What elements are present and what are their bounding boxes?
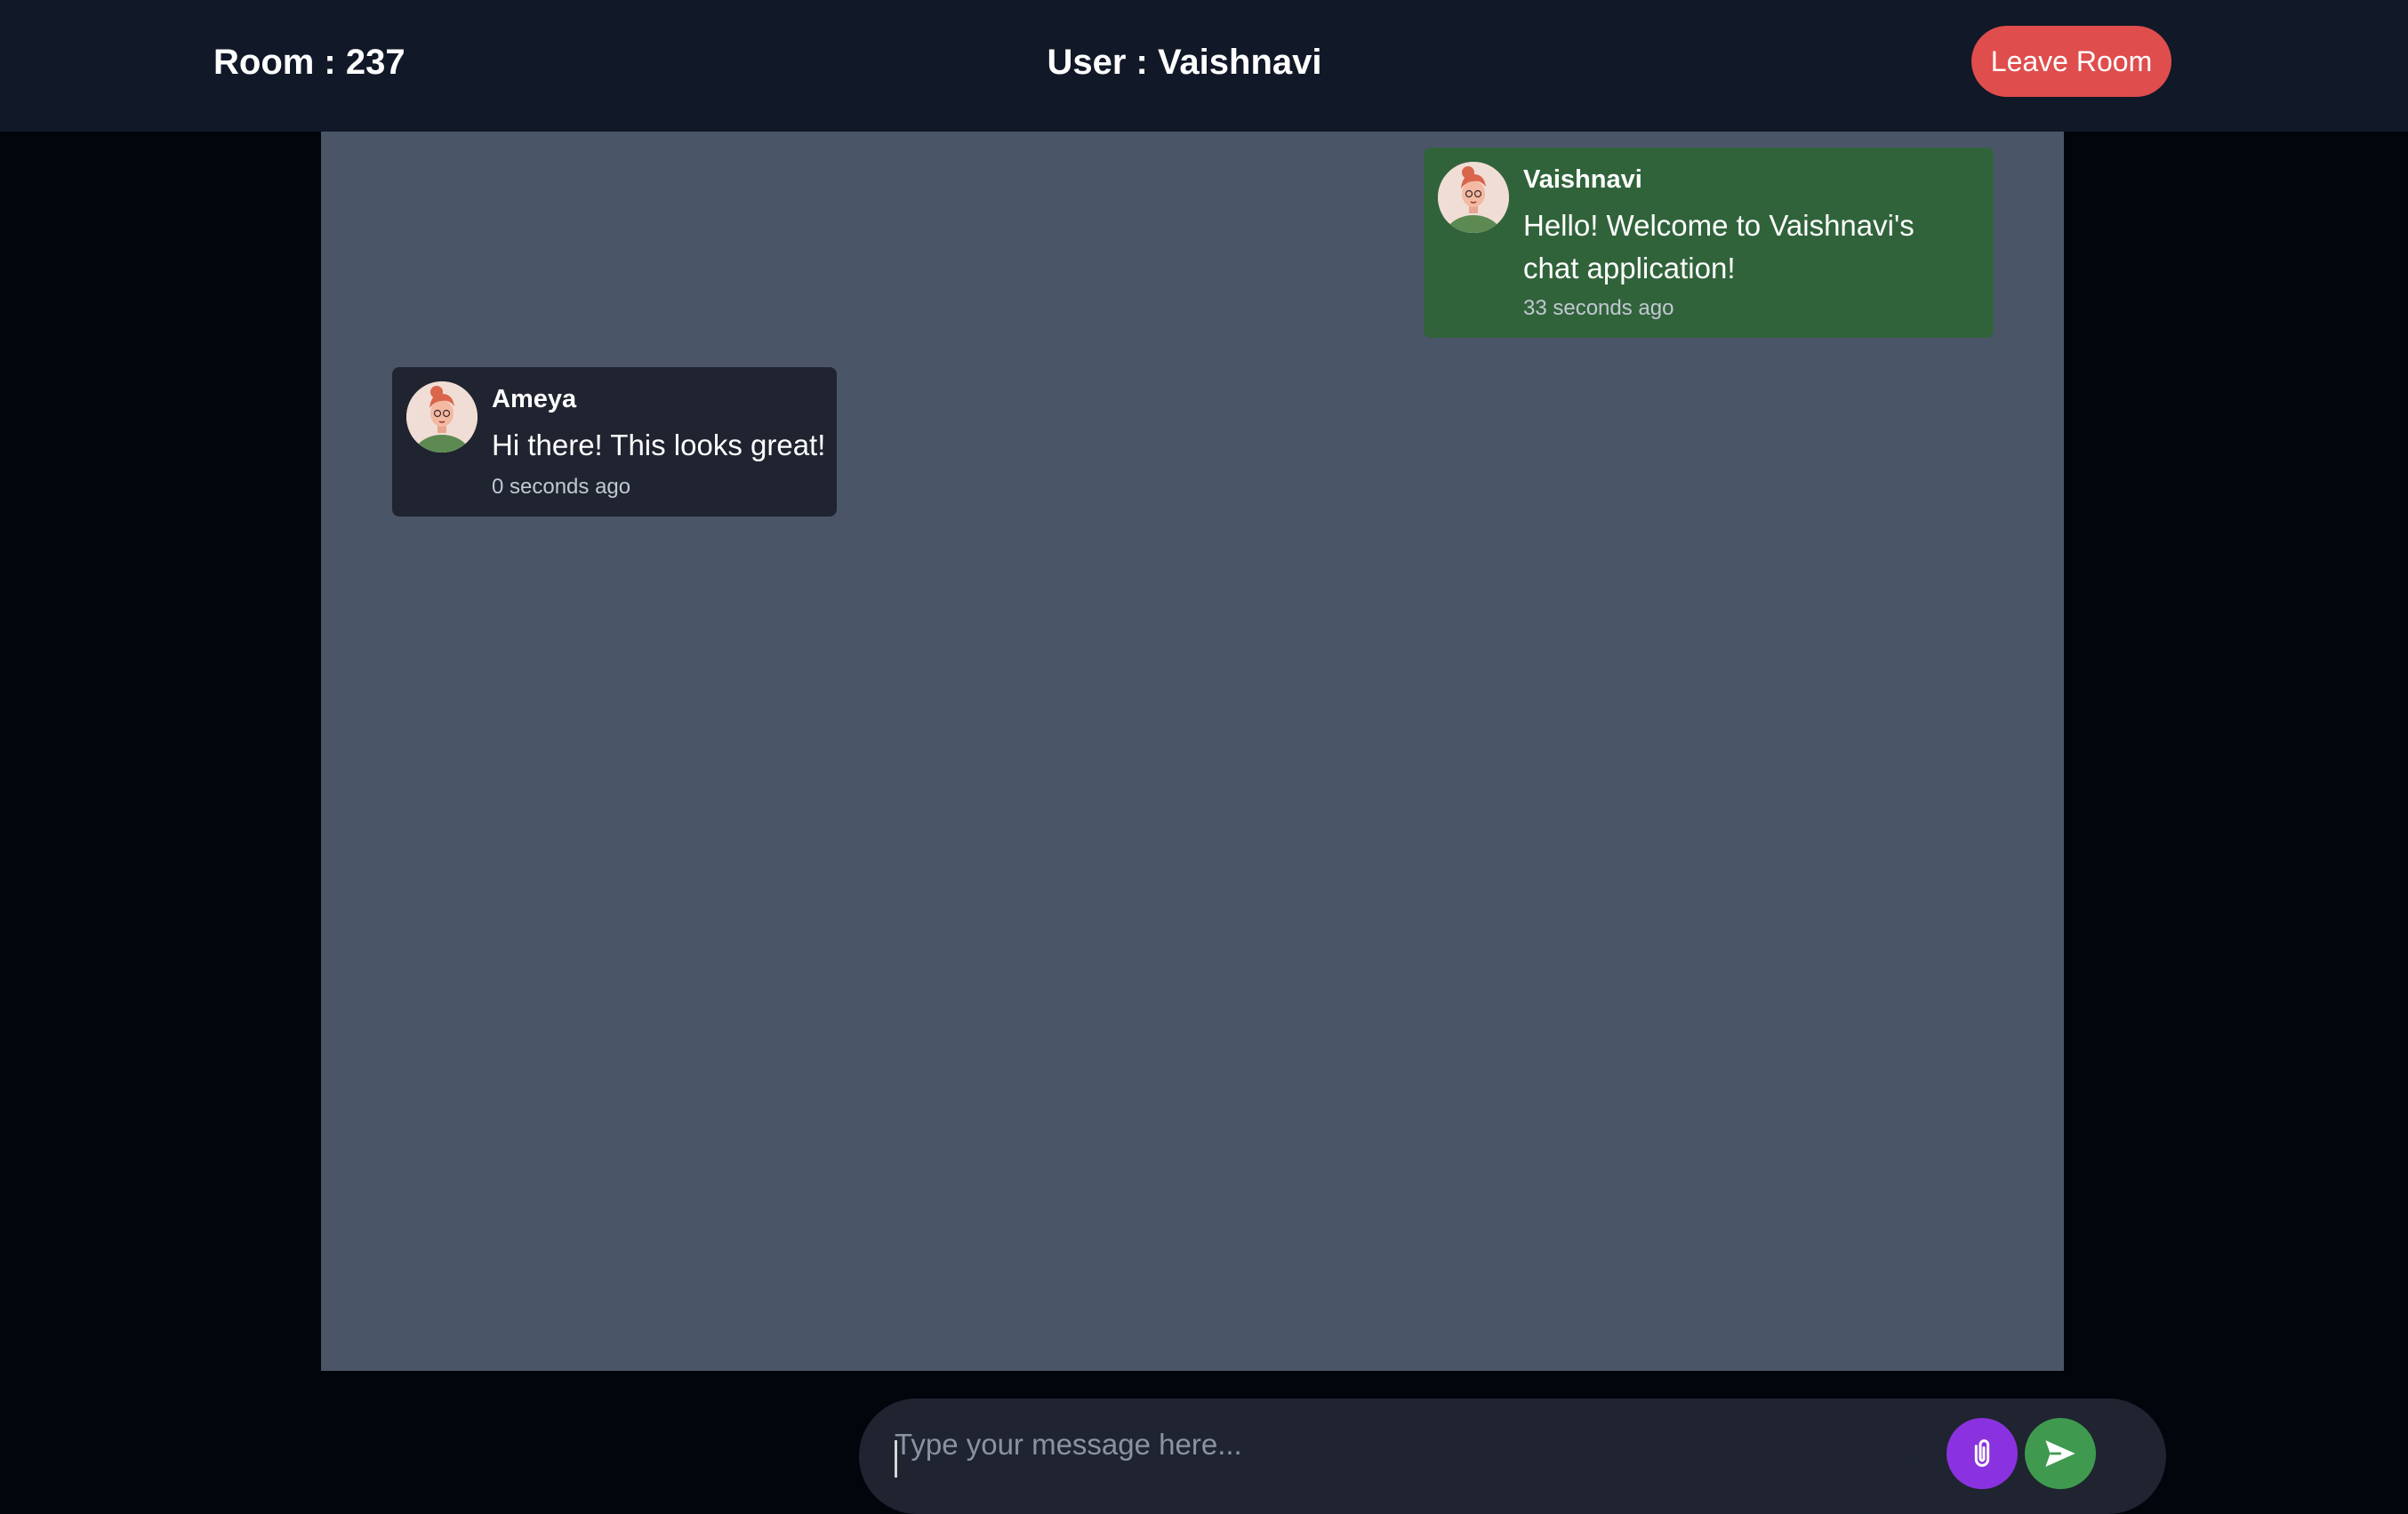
top-bar: Room : 237 User : Vaishnavi Leave Room (0, 0, 2408, 132)
message-sender: Ameya (492, 385, 577, 413)
message-text: Hi there! This looks great! (492, 429, 826, 461)
message-composer (859, 1398, 2166, 1514)
message-input[interactable] (859, 1398, 1917, 1514)
avatar-icon (1438, 162, 1509, 233)
paperclip-icon (1974, 1439, 1990, 1467)
send-icon (2045, 1440, 2075, 1467)
message-bubble-other: Ameya Hi there! This looks great! 0 seco… (392, 367, 837, 517)
attach-button[interactable] (1946, 1418, 2018, 1489)
text-cursor (895, 1440, 897, 1478)
avatar (1438, 162, 1509, 233)
avatar (406, 381, 478, 453)
message-bubble-own: Vaishnavi Hello! Welcome to Vaishnavi's … (1424, 148, 1994, 338)
leave-room-button[interactable]: Leave Room (1971, 26, 2171, 97)
message-text: Hello! Welcome to Vaishnavi's chat appli… (1523, 209, 1914, 284)
avatar-icon (406, 381, 478, 453)
chat-messages-area[interactable]: Vaishnavi Hello! Welcome to Vaishnavi's … (321, 132, 2166, 1514)
message-sender: Vaishnavi (1523, 165, 1642, 194)
message-timestamp: 33 seconds ago (1523, 296, 1674, 320)
message-timestamp: 0 seconds ago (492, 475, 631, 499)
send-button[interactable] (2025, 1418, 2096, 1489)
